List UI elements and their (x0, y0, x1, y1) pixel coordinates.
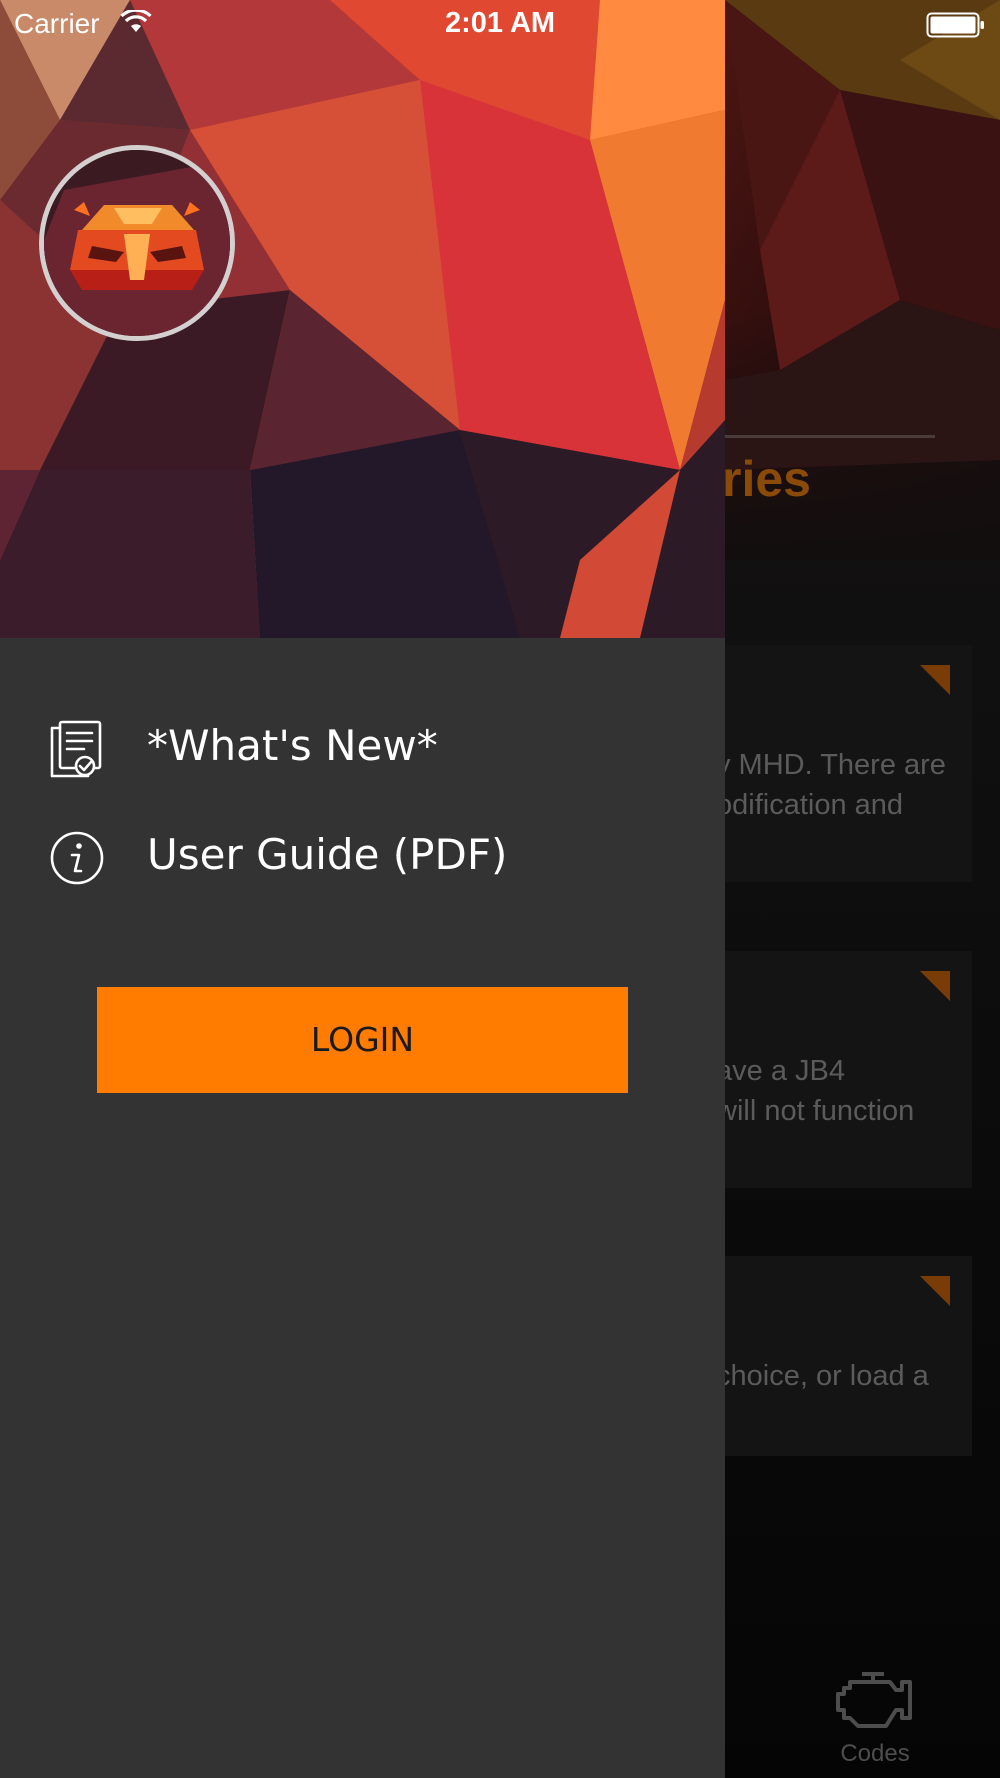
drawer-header (0, 0, 725, 638)
avatar[interactable] (39, 145, 235, 341)
car-logo-icon (44, 150, 230, 336)
login-button[interactable]: LOGIN (97, 987, 628, 1093)
menu-item-user-guide[interactable]: User Guide (PDF) (0, 811, 725, 901)
tab-codes-label: Codes (840, 1740, 910, 1767)
card-corner-marker (920, 665, 950, 695)
card-text-line: odification and (716, 789, 904, 821)
side-drawer: *What's New* User Guide (PDF) LOGIN (0, 0, 725, 1778)
card-text-line: will not function (716, 1095, 915, 1127)
card-corner-marker (920, 1276, 950, 1306)
tab-codes[interactable]: Codes (820, 1670, 930, 1768)
menu-item-label: User Guide (PDF) (147, 830, 508, 879)
engine-icon (836, 1672, 912, 1728)
card-text-line: ave a JB4 (716, 1055, 845, 1087)
card-text-line: choice, or load a (716, 1360, 929, 1392)
battery-icon (926, 12, 984, 38)
status-bar: Carrier 2:01 AM (0, 0, 1000, 50)
background-title: ries (722, 451, 811, 507)
card-corner-marker (920, 971, 950, 1001)
clock: 2:01 AM (444, 7, 556, 39)
info-icon (50, 831, 104, 885)
menu-item-label: *What's New* (147, 721, 438, 770)
document-check-icon (50, 720, 102, 778)
card-text-line: y MHD. There are (716, 749, 946, 781)
menu-item-whats-new[interactable]: *What's New* (0, 702, 725, 792)
background-divider (725, 435, 935, 438)
